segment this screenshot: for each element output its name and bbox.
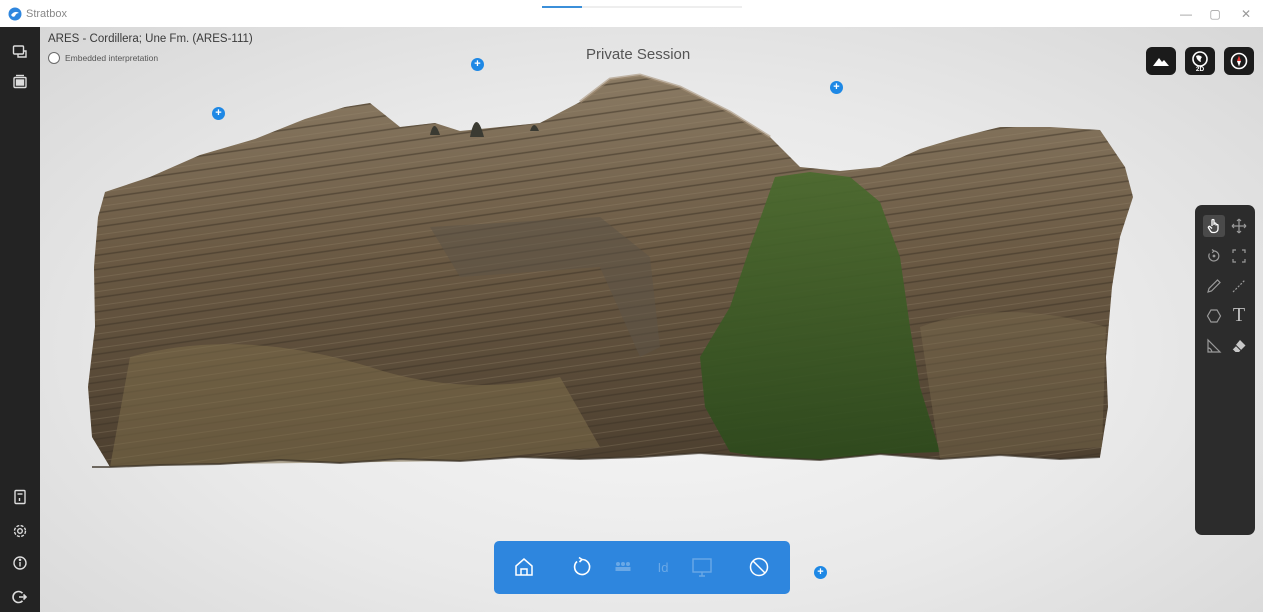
app-name: Stratbox (26, 7, 67, 20)
fullscreen-icon (1232, 249, 1246, 263)
participants-button[interactable] (611, 554, 635, 580)
calculator-button[interactable] (10, 487, 30, 507)
logout-icon (12, 590, 28, 604)
title-bar: Stratbox — ▢ ✕ (0, 0, 1263, 27)
disable-icon (749, 557, 769, 577)
presentation-button[interactable] (689, 554, 715, 580)
annotation-marker[interactable]: + (471, 58, 484, 71)
eraser-tool[interactable] (1228, 335, 1250, 357)
disable-button[interactable] (746, 554, 772, 580)
terrain-view-button[interactable] (1146, 47, 1176, 75)
refresh-icon (573, 556, 591, 576)
home-button[interactable] (511, 554, 537, 580)
settings-icon (13, 524, 27, 538)
pencil-icon (1207, 279, 1221, 293)
stratbox-logo-icon (8, 7, 22, 20)
models-button[interactable] (10, 42, 30, 62)
globe-2d-button[interactable]: 2D (1185, 47, 1215, 75)
move-tool[interactable] (1228, 215, 1250, 237)
models-icon (12, 45, 27, 58)
pencil-tool[interactable] (1203, 275, 1225, 297)
embedded-radio[interactable] (48, 52, 60, 64)
annotation-marker[interactable]: + (814, 566, 827, 579)
tools-panel: T (1195, 205, 1255, 535)
calculator-icon (14, 489, 26, 505)
eraser-icon (1232, 340, 1246, 352)
angle-tool[interactable] (1203, 335, 1225, 357)
polygon-tool[interactable] (1203, 305, 1225, 327)
annotation-marker[interactable]: + (212, 107, 225, 120)
bottom-toolbar: Id (494, 541, 790, 594)
rotate-icon (1208, 249, 1220, 262)
session-label: Private Session (586, 46, 691, 63)
move-icon (1231, 218, 1247, 234)
compass-button[interactable] (1224, 47, 1254, 75)
loading-progress-bar (542, 6, 742, 8)
globe-2d-icon: 2D (1192, 51, 1208, 72)
gallery-icon (13, 74, 27, 89)
annotation-marker[interactable]: + (830, 81, 843, 94)
compass-icon (1230, 52, 1248, 70)
info-icon (13, 556, 27, 570)
embedded-label: Embedded interpretation (65, 53, 159, 63)
minimize-button[interactable]: — (1178, 6, 1194, 22)
angle-icon (1207, 338, 1222, 353)
settings-button[interactable] (10, 521, 30, 541)
measure-tool[interactable] (1228, 275, 1250, 297)
polygon-icon (1206, 309, 1222, 323)
rotate-tool[interactable] (1203, 245, 1225, 267)
embedded-interpretation-toggle[interactable]: Embedded interpretation (48, 52, 158, 64)
pointer-tool[interactable] (1203, 215, 1225, 237)
monitor-icon (692, 558, 712, 577)
terrain-icon (1153, 58, 1169, 66)
maximize-button[interactable]: ▢ (1207, 6, 1223, 22)
info-button[interactable] (10, 553, 30, 573)
home-icon (515, 558, 533, 576)
id-button[interactable]: Id (654, 554, 672, 580)
gallery-button[interactable] (10, 72, 30, 92)
globe-badge: 2D (1196, 66, 1205, 72)
fullscreen-tool[interactable] (1228, 245, 1250, 267)
measure-icon (1232, 279, 1246, 293)
model-viewport[interactable]: ARES - Cordillera; Une Fm. (ARES-111) Em… (40, 27, 1263, 612)
sidebar (0, 27, 40, 612)
users-icon (615, 562, 631, 571)
text-tool[interactable]: T (1228, 304, 1250, 326)
hand-pointer-icon (1207, 218, 1219, 234)
reset-view-button[interactable] (569, 554, 595, 580)
logout-button[interactable] (10, 587, 30, 607)
model-title: ARES - Cordillera; Une Fm. (ARES-111) (48, 33, 253, 45)
close-button[interactable]: ✕ (1238, 6, 1254, 22)
